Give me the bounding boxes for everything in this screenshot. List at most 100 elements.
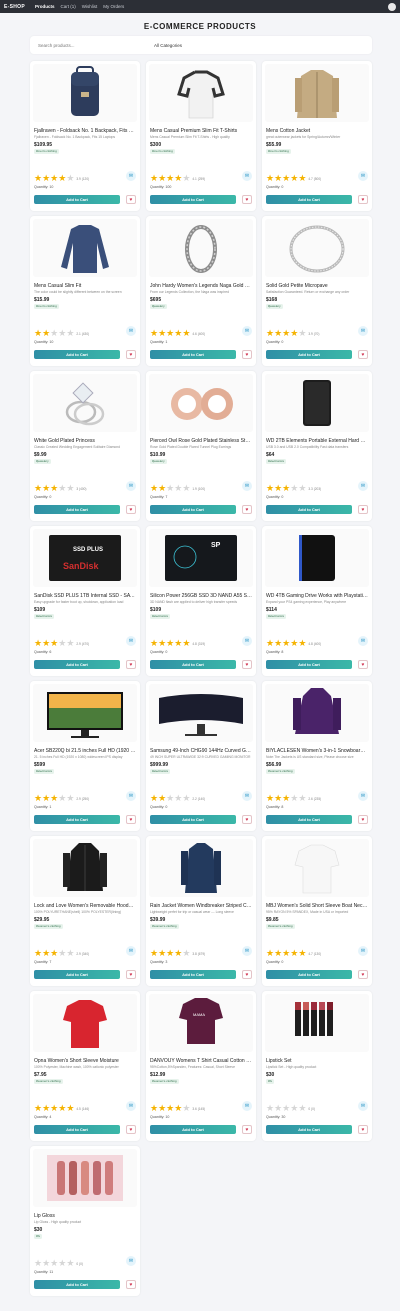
product-card[interactable]: Mens Cotton Jacket great outerwear jacket… [262, 61, 372, 211]
heart-icon[interactable]: ♥ [358, 505, 368, 514]
chat-icon[interactable]: ✉ [358, 171, 368, 181]
chat-icon[interactable]: ✉ [126, 326, 136, 336]
product-image[interactable] [33, 839, 137, 897]
chat-icon[interactable]: ✉ [242, 636, 252, 646]
product-image[interactable] [149, 219, 253, 277]
add-to-cart-button[interactable]: Add to Cart [34, 815, 120, 824]
category-select[interactable]: All Categories [154, 43, 182, 48]
heart-icon[interactable]: ♥ [358, 815, 368, 824]
user-avatar[interactable] [388, 2, 396, 11]
chat-icon[interactable]: ✉ [358, 946, 368, 956]
chat-icon[interactable]: ✉ [358, 326, 368, 336]
chat-icon[interactable]: ✉ [242, 791, 252, 801]
product-image[interactable] [265, 684, 369, 742]
product-card[interactable]: Lipstick Set Lipstick Set - High quality … [262, 991, 372, 1141]
product-card[interactable]: WD 2TB Elements Portable External Hard D… [262, 371, 372, 521]
search-input[interactable] [38, 42, 150, 48]
chat-icon[interactable]: ✉ [358, 481, 368, 491]
heart-icon[interactable]: ♥ [358, 195, 368, 204]
add-to-cart-button[interactable]: Add to Cart [34, 1280, 120, 1289]
product-image[interactable] [33, 219, 137, 277]
product-image[interactable]: SSD PLUS SanDisk [33, 529, 137, 587]
heart-icon[interactable]: ♥ [242, 660, 252, 669]
product-name[interactable]: Pierced Owl Rose Gold Plated Stainless S… [150, 438, 252, 444]
product-image[interactable] [149, 839, 253, 897]
product-card[interactable]: MBJ Women's Solid Short Sleeve Boat Neck… [262, 836, 372, 986]
heart-icon[interactable]: ♥ [242, 350, 252, 359]
heart-icon[interactable]: ♥ [126, 195, 136, 204]
nav-my-orders[interactable]: My Orders [103, 4, 124, 9]
product-card[interactable]: John Hardy Women's Legends Naga Gold & S… [146, 216, 256, 366]
heart-icon[interactable]: ♥ [126, 1125, 136, 1134]
heart-icon[interactable]: ♥ [126, 970, 136, 979]
product-name[interactable]: Lock and Love Women's Removable Hooded F… [34, 903, 136, 909]
heart-icon[interactable]: ♥ [358, 350, 368, 359]
heart-icon[interactable]: ♥ [242, 815, 252, 824]
product-image[interactable] [265, 219, 369, 277]
add-to-cart-button[interactable]: Add to Cart [34, 660, 120, 669]
add-to-cart-button[interactable]: Add to Cart [34, 350, 120, 359]
product-image[interactable] [265, 64, 369, 122]
product-card[interactable]: Mens Casual Premium Slim Fit T-Shirts Men… [146, 61, 256, 211]
product-card[interactable]: Rain Jacket Women Windbreaker Striped Cl… [146, 836, 256, 986]
chat-icon[interactable]: ✉ [358, 791, 368, 801]
product-name[interactable]: Lip Gloss [34, 1213, 136, 1219]
chat-icon[interactable]: ✉ [126, 636, 136, 646]
add-to-cart-button[interactable]: Add to Cart [266, 195, 352, 204]
heart-icon[interactable]: ♥ [126, 1280, 136, 1289]
chat-icon[interactable]: ✉ [358, 1101, 368, 1111]
heart-icon[interactable]: ♥ [242, 195, 252, 204]
product-image[interactable] [149, 64, 253, 122]
product-card[interactable]: Opna Women's Short Sleeve Moisture 100% P… [30, 991, 140, 1141]
product-card[interactable]: Fjallraven - Foldsack No. 1 Backpack, Fi… [30, 61, 140, 211]
product-name[interactable]: BIYLACLESEN Women's 3-in-1 Snowboard Jac… [266, 748, 368, 754]
heart-icon[interactable]: ♥ [126, 660, 136, 669]
add-to-cart-button[interactable]: Add to Cart [266, 660, 352, 669]
product-name[interactable]: Solid Gold Petite Micropave [266, 283, 368, 289]
chat-icon[interactable]: ✉ [242, 326, 252, 336]
product-card[interactable]: MAMA DANVOUY Womens T Shirt Casual Cotton… [146, 991, 256, 1141]
chat-icon[interactable]: ✉ [358, 636, 368, 646]
heart-icon[interactable]: ♥ [242, 970, 252, 979]
add-to-cart-button[interactable]: Add to Cart [34, 970, 120, 979]
add-to-cart-button[interactable]: Add to Cart [150, 970, 236, 979]
product-card[interactable]: SSD PLUS SanDisk SanDisk SSD PLUS 1TB Inte… [30, 526, 140, 676]
add-to-cart-button[interactable]: Add to Cart [266, 1125, 352, 1134]
heart-icon[interactable]: ♥ [126, 815, 136, 824]
product-name[interactable]: MBJ Women's Solid Short Sleeve Boat Neck… [266, 903, 368, 909]
product-name[interactable]: Mens Casual Premium Slim Fit T-Shirts [150, 128, 252, 134]
heart-icon[interactable]: ♥ [126, 350, 136, 359]
chat-icon[interactable]: ✉ [126, 1101, 136, 1111]
product-image[interactable] [33, 64, 137, 122]
chat-icon[interactable]: ✉ [126, 481, 136, 491]
product-image[interactable] [33, 374, 137, 432]
add-to-cart-button[interactable]: Add to Cart [266, 505, 352, 514]
product-name[interactable]: SanDisk SSD PLUS 1TB Internal SSD - SATA… [34, 593, 136, 599]
product-image[interactable] [265, 529, 369, 587]
add-to-cart-button[interactable]: Add to Cart [150, 505, 236, 514]
product-image[interactable] [265, 374, 369, 432]
product-name[interactable]: Silicon Power 256GB SSD 3D NAND A55 SLC … [150, 593, 252, 599]
add-to-cart-button[interactable]: Add to Cart [150, 195, 236, 204]
chat-icon[interactable]: ✉ [126, 1256, 136, 1266]
heart-icon[interactable]: ♥ [242, 505, 252, 514]
product-card[interactable]: Pierced Owl Rose Gold Plated Stainless S… [146, 371, 256, 521]
heart-icon[interactable]: ♥ [358, 970, 368, 979]
chat-icon[interactable]: ✉ [126, 791, 136, 801]
chat-icon[interactable]: ✉ [126, 171, 136, 181]
chat-icon[interactable]: ✉ [242, 1101, 252, 1111]
product-name[interactable]: John Hardy Women's Legends Naga Gold & S… [150, 283, 252, 289]
heart-icon[interactable]: ♥ [358, 660, 368, 669]
nav-wishlist[interactable]: Wishlist [82, 4, 98, 9]
product-image[interactable] [149, 684, 253, 742]
product-card[interactable]: SP Silicon Power 256GB SSD 3D NAND A55 SL… [146, 526, 256, 676]
product-card[interactable]: Mens Casual Slim Fit The color could be s… [30, 216, 140, 366]
product-name[interactable]: Acer SB220Q bi 21.5 inches Full HD (1920… [34, 748, 136, 754]
add-to-cart-button[interactable]: Add to Cart [34, 195, 120, 204]
product-card[interactable]: Lip Gloss Lip Gloss - High quality produc… [30, 1146, 140, 1296]
brand-logo[interactable]: E-SHOP [4, 4, 25, 10]
product-image[interactable] [33, 994, 137, 1052]
nav-products[interactable]: Products [35, 4, 55, 9]
product-image[interactable] [149, 374, 253, 432]
chat-icon[interactable]: ✉ [242, 171, 252, 181]
